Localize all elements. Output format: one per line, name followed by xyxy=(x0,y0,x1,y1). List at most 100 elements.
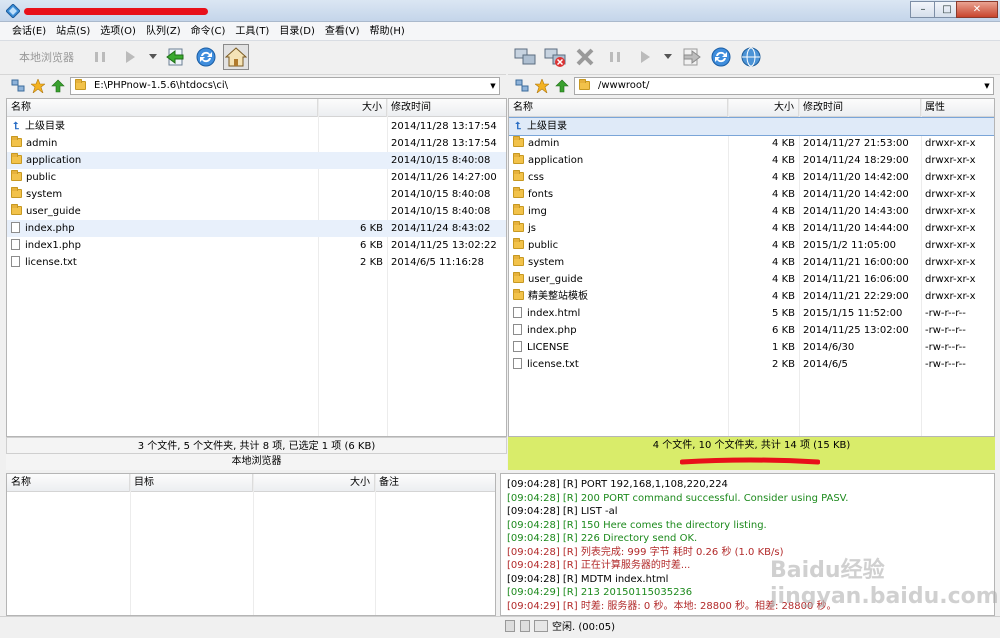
remote-table-row[interactable]: 精美整站模板 4 KB 2014/11/21 22:29:00 drwxr-xr-x xyxy=(509,288,994,305)
folder-icon xyxy=(513,170,524,181)
file-date: 2014/11/20 14:43:00 xyxy=(803,206,909,217)
remote-favorites-star-icon[interactable] xyxy=(534,78,550,94)
local-col-name[interactable]: 名称 xyxy=(7,99,318,117)
file-name: user_guide xyxy=(26,206,81,217)
transfer-icon[interactable] xyxy=(163,44,189,70)
pause-icon[interactable] xyxy=(87,44,113,70)
remote-table-row[interactable]: user_guide 4 KB 2014/11/21 16:06:00 drwxr-x… xyxy=(509,271,994,288)
disconnect-icon[interactable] xyxy=(542,44,568,70)
menu-tools[interactable]: 工具(T) xyxy=(231,22,273,40)
globe-icon[interactable] xyxy=(738,44,764,70)
app-icon xyxy=(6,4,20,18)
stop-icon[interactable] xyxy=(572,44,598,70)
remote-table-row[interactable]: img 4 KB 2014/11/20 14:43:00 drwxr-xr-x xyxy=(509,203,994,220)
favorites-star-icon[interactable] xyxy=(30,78,46,94)
file-date: 2014/11/25 13:02:22 xyxy=(391,240,497,251)
remote-transfer-icon[interactable] xyxy=(678,44,704,70)
file-name: public xyxy=(26,172,57,183)
local-table-row[interactable]: public 2014/11/26 14:27:00 xyxy=(7,169,506,186)
menu-site[interactable]: 站点(S) xyxy=(52,22,94,40)
file-date: 2014/11/24 8:43:02 xyxy=(391,223,491,234)
remote-play-icon[interactable] xyxy=(632,44,658,70)
local-table-row[interactable]: application 2014/10/15 8:40:08 xyxy=(7,152,506,169)
remote-network-icon[interactable] xyxy=(514,78,530,94)
refresh-icon[interactable] xyxy=(193,44,219,70)
local-file-list[interactable]: 名称 大小 修改时间 ⮤ 上级目录 2014/11/28 13:17:54 admin… xyxy=(6,98,507,437)
file-name: css xyxy=(528,172,544,183)
remote-col-size[interactable]: 大小 xyxy=(728,99,799,117)
remote-table-row[interactable]: application 4 KB 2014/11/24 18:29:00 drwxr-… xyxy=(509,152,994,169)
local-column-header: 名称 大小 修改时间 xyxy=(7,99,506,117)
file-name: application xyxy=(26,155,82,166)
local-table-row[interactable]: ⮤ 上级目录 2014/11/28 13:17:54 xyxy=(7,118,506,135)
play-icon[interactable] xyxy=(117,44,143,70)
remote-col-name[interactable]: 名称 xyxy=(509,99,728,117)
file-attributes: drwxr-xr-x xyxy=(925,206,976,217)
remote-go-up-icon[interactable] xyxy=(554,78,570,94)
remote-col-date[interactable]: 修改时间 xyxy=(799,99,921,117)
menu-view[interactable]: 查看(V) xyxy=(321,22,364,40)
remote-table-row[interactable]: license.txt 2 KB 2014/6/5 -rw-r--r-- xyxy=(509,356,994,373)
local-table-row[interactable]: user_guide 2014/10/15 8:40:08 xyxy=(7,203,506,220)
minimize-button[interactable]: – xyxy=(910,1,936,18)
file-size xyxy=(318,169,387,186)
file-date: 2014/6/5 11:16:28 xyxy=(391,257,485,268)
remote-path-field[interactable]: /wwwroot/ ▼ xyxy=(574,76,994,95)
network-icon[interactable] xyxy=(10,78,26,94)
queue-list[interactable]: 名称 目标 大小 备注 xyxy=(6,473,496,616)
file-attributes xyxy=(921,118,994,135)
connect-icon[interactable] xyxy=(512,44,538,70)
file-attributes: drwxr-xr-x xyxy=(925,223,976,234)
file-name: license.txt xyxy=(25,257,77,268)
file-name: img xyxy=(528,206,547,217)
file-date: 2014/11/20 14:42:00 xyxy=(803,172,909,183)
chevron-down-icon[interactable]: ▼ xyxy=(981,82,993,90)
folder-icon xyxy=(75,79,86,90)
file-name: admin xyxy=(528,138,560,149)
menu-session[interactable]: 会话(E) xyxy=(8,22,50,40)
remote-file-list[interactable]: 名称 大小 修改时间 属性 ⮤ 上级目录 admin 4 KB 2014/11/27 2… xyxy=(508,98,995,437)
menu-help[interactable]: 帮助(H) xyxy=(366,22,409,40)
menu-options[interactable]: 选项(O) xyxy=(96,22,140,40)
queue-col-note[interactable]: 备注 xyxy=(375,474,495,492)
local-col-date[interactable]: 修改时间 xyxy=(387,99,506,117)
local-browser-button[interactable]: 本地浏览器 xyxy=(10,46,83,68)
file-name: js xyxy=(528,223,536,234)
local-table-row[interactable]: license.txt 2 KB 2014/6/5 11:16:28 xyxy=(7,254,506,271)
remote-table-row[interactable]: js 4 KB 2014/11/20 14:44:00 drwxr-xr-x xyxy=(509,220,994,237)
queue-col-name[interactable]: 名称 xyxy=(7,474,130,492)
remote-table-row[interactable]: fonts 4 KB 2014/11/20 14:42:00 drwxr-xr-x xyxy=(509,186,994,203)
menu-queue[interactable]: 队列(Z) xyxy=(142,22,185,40)
local-table-row[interactable]: admin 2014/11/28 13:17:54 xyxy=(7,135,506,152)
remote-table-row[interactable]: css 4 KB 2014/11/20 14:42:00 drwxr-xr-x xyxy=(509,169,994,186)
file-size: 4 KB xyxy=(772,155,795,166)
local-path-field[interactable]: E:\PHPnow-1.5.6\htdocs\ci\ ▼ xyxy=(70,76,500,95)
remote-table-row[interactable]: LICENSE 1 KB 2014/6/30 -rw-r--r-- xyxy=(509,339,994,356)
menu-directory[interactable]: 目录(D) xyxy=(275,22,319,40)
remote-col-attr[interactable]: 属性 xyxy=(921,99,994,117)
queue-col-size[interactable]: 大小 xyxy=(253,474,375,492)
remote-table-row[interactable]: ⮤ 上级目录 xyxy=(509,117,994,136)
remote-table-row[interactable]: admin 4 KB 2014/11/27 21:53:00 drwxr-xr-x xyxy=(509,135,994,152)
remote-table-row[interactable]: public 4 KB 2015/1/2 11:05:00 drwxr-xr-x xyxy=(509,237,994,254)
file-date: 2014/11/24 18:29:00 xyxy=(803,155,909,166)
local-col-size[interactable]: 大小 xyxy=(318,99,387,117)
queue-col-target[interactable]: 目标 xyxy=(130,474,253,492)
chevron-down-icon[interactable]: ▼ xyxy=(487,82,499,90)
menu-command[interactable]: 命令(C) xyxy=(187,22,230,40)
remote-table-row[interactable]: system 4 KB 2014/11/21 16:00:00 drwxr-xr-x xyxy=(509,254,994,271)
remote-play-dropdown-icon[interactable] xyxy=(662,44,674,70)
remote-pause-icon[interactable] xyxy=(602,44,628,70)
file-date: 2014/11/20 14:42:00 xyxy=(803,189,909,200)
play-dropdown-icon[interactable] xyxy=(147,44,159,70)
remote-refresh-icon[interactable] xyxy=(708,44,734,70)
remote-table-row[interactable]: index.html 5 KB 2015/1/15 11:52:00 -rw-r--r… xyxy=(509,305,994,322)
local-table-row[interactable]: index1.php 6 KB 2014/11/25 13:02:22 xyxy=(7,237,506,254)
home-icon[interactable] xyxy=(223,43,249,70)
remote-table-row[interactable]: index.php 6 KB 2014/11/25 13:02:00 -rw-r--r… xyxy=(509,322,994,339)
local-table-row[interactable]: system 2014/10/15 8:40:08 xyxy=(7,186,506,203)
go-up-icon[interactable] xyxy=(50,78,66,94)
close-button[interactable]: ✕ xyxy=(956,1,998,18)
file-name: 精美整站模板 xyxy=(528,291,588,302)
local-table-row[interactable]: index.php 6 KB 2014/11/24 8:43:02 xyxy=(7,220,506,237)
